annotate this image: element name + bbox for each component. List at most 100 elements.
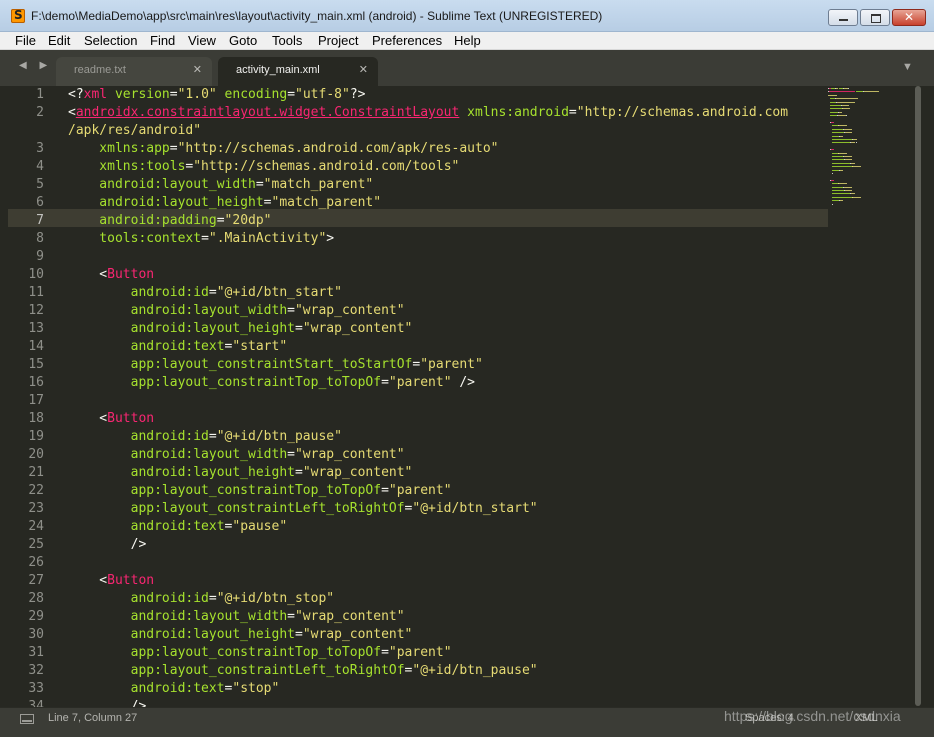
code-token: "@+id/btn_pause" [412,663,538,678]
menu-goto[interactable]: Goto [229,33,257,48]
code-token: "match_parent" [263,177,374,192]
maximize-button[interactable] [860,9,890,26]
minimap-line [852,196,861,198]
line-number: 33 [28,681,44,696]
tab-label: activity_main.xml [236,64,320,76]
code-line[interactable]: android:layout_width="wrap_content" [68,446,405,464]
line-number: 22 [28,483,44,498]
panel-toggle-icon[interactable] [20,714,34,724]
menu-find[interactable]: Find [150,33,175,48]
code-token: = [381,645,389,660]
code-line[interactable]: android:padding="20dp" [68,212,271,230]
code-line[interactable]: /> [68,698,147,707]
code-token: = [169,141,178,156]
code-line[interactable]: <androidx.constraintlayout.widget.Constr… [68,104,788,122]
code-token: "wrap_content" [294,303,405,318]
code-line[interactable]: android:layout_height="wrap_content" [68,626,413,644]
code-line[interactable]: app:layout_constraintLeft_toRightOf="@+i… [68,662,538,680]
code-line[interactable]: android:text="stop" [68,680,280,698]
code-token: ".MainActivity" [208,231,327,246]
code-line[interactable]: android:layout_height="wrap_content" [68,320,413,338]
code-token: "match_parent" [271,195,382,210]
line-number: 9 [36,249,44,264]
code-token: "http://schemas.android.com/apk/res-auto… [177,141,499,156]
code-token: = [169,87,178,102]
code-token: Button [107,573,155,588]
line-number [8,122,44,140]
menu-bar: File Edit Selection Find View Goto Tools… [0,32,934,50]
code-line[interactable]: app:layout_constraintTop_toTopOf="parent… [68,644,452,662]
line-number: 34 [28,699,44,707]
code-line[interactable]: /apk/res/android" [68,122,201,140]
watermark: https://blog.csdn.net/csdnxia [724,708,901,724]
code-line[interactable]: app:layout_constraintTop_toTopOf="parent… [68,374,475,392]
menu-edit[interactable]: Edit [48,33,70,48]
code-line[interactable]: android:text="start" [68,338,288,356]
code-line[interactable]: <Button [68,410,154,428]
code-token: < [68,573,108,588]
tab-activity-main[interactable]: activity_main.xml ✕ [218,57,378,86]
minimap-line [830,122,835,123]
menu-help[interactable]: Help [454,33,481,48]
minimap-line [852,166,861,168]
tab-list-dropdown-icon[interactable]: ▼ [902,61,913,73]
code-line[interactable]: android:id="@+id/btn_pause" [68,428,342,446]
menu-view[interactable]: View [188,33,216,48]
line-number: 31 [28,645,44,660]
menu-file[interactable]: File [15,33,36,48]
code-line[interactable]: <Button [68,266,154,284]
sublime-text-app-icon[interactable] [11,8,25,23]
minimap-line [832,142,850,144]
code-token: xml [83,87,108,102]
menu-preferences[interactable]: Preferences [372,33,442,48]
code-token: android:layout_height [68,321,295,336]
minimap-line [830,115,838,117]
menu-tools[interactable]: Tools [272,33,302,48]
code-line[interactable]: <Button [68,572,154,590]
code-line[interactable]: xmlns:tools="http://schemas.android.com/… [68,158,459,176]
code-line[interactable]: <?xml version="1.0" encoding="utf-8"?> [68,86,365,104]
code-token: android:layout_width [68,303,288,318]
scrollbar-thumb[interactable] [915,86,921,706]
code-line[interactable]: app:layout_constraintLeft_toRightOf="@+i… [68,500,538,518]
close-icon[interactable]: ✕ [193,63,202,76]
code-line[interactable]: android:layout_width="wrap_content" [68,302,405,320]
minimap-line [832,156,844,157]
minimize-button[interactable] [828,9,858,26]
window-title-bar[interactable]: F:\demo\MediaDemo\app\src\main\res\layou… [0,0,934,32]
close-icon[interactable]: ✕ [359,63,368,76]
code-line[interactable]: android:layout_height="wrap_content" [68,464,413,482]
line-number: 6 [36,195,44,210]
close-window-button[interactable] [892,9,926,26]
line-number: 14 [28,339,44,354]
code-token: "@+id/btn_start" [412,501,538,516]
code-line[interactable]: xmlns:app="http://schemas.android.com/ap… [68,140,498,158]
code-token: = [294,465,303,480]
code-line[interactable]: tools:context=".MainActivity"> [68,230,334,248]
line-number: 1 [36,87,44,102]
minimap-line [830,105,842,106]
tab-nav-arrows-icon[interactable]: ◀ ▶ [19,60,52,71]
code-token: = [381,483,389,498]
code-line[interactable]: android:text="pause" [68,518,288,536]
menu-project[interactable]: Project [318,33,358,48]
code-editor[interactable]: 1 2 3 4 5 6 7 8 9 10 11 12 13 14 15 16 17 18 19 20 21 22 23 24 2… [0,86,934,707]
line-number: 15 [28,357,44,372]
tab-readme[interactable]: readme.txt ✕ [56,57,212,86]
code-line[interactable]: app:layout_constraintTop_toTopOf="parent… [68,482,452,500]
line-number: 5 [36,177,44,192]
menu-selection[interactable]: Selection [84,33,137,48]
code-line[interactable]: android:layout_width="match_parent" [68,176,373,194]
code-line[interactable]: android:layout_width="wrap_content" [68,608,405,626]
code-line[interactable]: android:id="@+id/btn_stop" [68,590,335,608]
minimap-line [847,88,849,89]
minimap[interactable] [826,86,914,216]
code-token: < [68,267,108,282]
vertical-scrollbar[interactable] [913,86,923,707]
code-line[interactable]: android:layout_height="match_parent" [68,194,381,212]
code-token: app:layout_constraintLeft_toRightOf [68,663,405,678]
code-line[interactable]: android:id="@+id/btn_start" [68,284,342,302]
code-line[interactable]: /> [68,536,147,554]
status-bar: Line 7, Column 27 Spaces: 4 XML https://… [0,707,934,737]
code-line[interactable]: app:layout_constraintStart_toStartOf="pa… [68,356,483,374]
